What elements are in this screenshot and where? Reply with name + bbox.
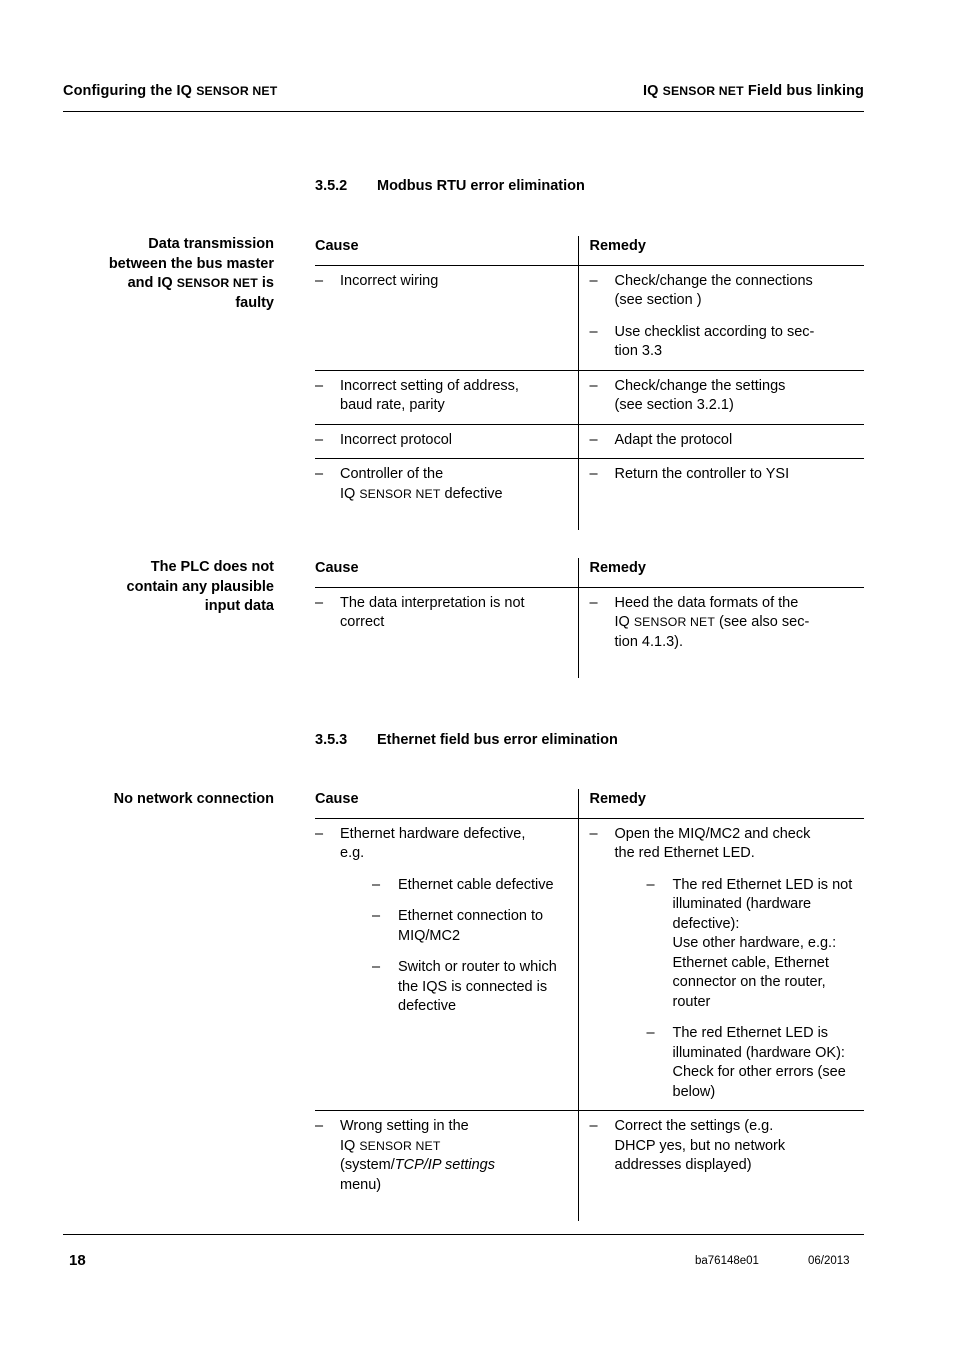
table-row: Ethernet hardware defective, e.g. Ethern…: [315, 818, 864, 1111]
list-item: Use checklist according to sec- tion 3.3: [590, 323, 857, 362]
dash-list: Heed the data formats of the IQ SENSOR N…: [590, 594, 857, 653]
dash-list: Ethernet hardware defective, e.g. Ethern…: [315, 825, 570, 1017]
table-plc-errors: Cause Remedy The data interpretation is …: [315, 558, 864, 678]
section-title: Modbus RTU error elimination: [377, 178, 585, 194]
cell-remedy: Heed the data formats of the IQ SENSOR N…: [577, 587, 864, 678]
sensor-net-smallcaps: SENSOR NET: [359, 486, 441, 501]
table-row: Incorrect protocol Adapt the protocol: [315, 424, 864, 459]
page-number: 18: [69, 1252, 86, 1269]
sensor-net-smallcaps: SENSOR NET: [196, 84, 278, 98]
cell-cause: Incorrect setting of address, baud rate,…: [315, 370, 578, 425]
cell-cause: Controller of the IQ SENSOR NET defectiv…: [315, 459, 578, 531]
list-item: Wrong setting in the IQ SENSOR NET (syst…: [315, 1117, 570, 1195]
table-row: Incorrect setting of address, baud rate,…: [315, 370, 864, 425]
page-footer: 18 ba76148e01 06/2013: [63, 1252, 864, 1274]
cell-remedy: Open the MIQ/MC2 and check the red Ether…: [577, 818, 864, 1111]
table-header-row: Cause Remedy: [315, 558, 864, 588]
sensor-net-smallcaps: SENSOR NET: [176, 276, 258, 290]
sensor-net-smallcaps: SENSOR NET: [359, 1138, 441, 1153]
column-header-cause: Cause: [315, 236, 578, 266]
table-row: Incorrect wiring Check/change the connec…: [315, 265, 864, 371]
list-item: Controller of the IQ SENSOR NET defectiv…: [315, 465, 570, 504]
section-number: 3.5.2: [315, 178, 348, 194]
section-number: 3.5.3: [315, 732, 348, 748]
list-item: The red Ethernet LED is illuminated (har…: [647, 1024, 857, 1102]
list-item: The data interpretation is not correct: [315, 594, 570, 633]
column-header-remedy: Remedy: [577, 236, 864, 266]
table-modbus-errors: Cause Remedy Incorrect wiring Check/chan…: [315, 236, 864, 530]
sensor-net-smallcaps: SENSOR NET: [662, 84, 744, 98]
margin-label-modbus-faulty: Data transmission between the bus master…: [108, 236, 274, 311]
list-item: Correct the settings (e.g. DHCP yes, but…: [590, 1117, 857, 1176]
document-page: Configuring the IQ SENSOR NET IQ SENSOR …: [0, 0, 954, 1351]
list-item: Check/change the connections (see sectio…: [590, 272, 857, 311]
section-title: Ethernet field bus error elimination: [377, 732, 618, 748]
dash-list: Incorrect protocol: [315, 431, 570, 451]
list-item: Return the controller to YSI: [590, 465, 857, 485]
table-header-row: Cause Remedy: [315, 236, 864, 266]
cell-remedy: Return the controller to YSI: [577, 458, 864, 530]
margin-label-no-network: No network connection: [113, 791, 274, 807]
running-header: Configuring the IQ SENSOR NET IQ SENSOR …: [63, 83, 864, 99]
list-item: Heed the data formats of the IQ SENSOR N…: [590, 594, 857, 653]
column-header-cause: Cause: [315, 789, 578, 819]
list-item: Ethernet connection to MIQ/MC2: [372, 907, 570, 946]
cell-remedy: Check/change the connections (see sectio…: [577, 265, 864, 371]
dash-list: Return the controller to YSI: [590, 465, 857, 485]
cell-cause: Ethernet hardware defective, e.g. Ethern…: [315, 818, 578, 1111]
list-item: Incorrect setting of address, baud rate,…: [315, 377, 570, 416]
table-header-row: Cause Remedy: [315, 789, 864, 819]
running-header-left: Configuring the IQ SENSOR NET: [63, 83, 278, 99]
menu-path-italic: TCP/IP settings: [394, 1157, 495, 1173]
table-row: Controller of the IQ SENSOR NET defectiv…: [315, 458, 864, 531]
cell-cause: Incorrect wiring: [315, 265, 578, 371]
section-heading-353: 3.5.3 Ethernet field bus error eliminatio…: [315, 732, 618, 748]
list-item: Incorrect protocol: [315, 431, 570, 451]
cell-cause: Wrong setting in the IQ SENSOR NET (syst…: [315, 1111, 578, 1222]
sensor-net-smallcaps: SENSOR NET: [633, 615, 715, 629]
dash-list: Incorrect setting of address, baud rate,…: [315, 377, 570, 416]
margin-label-plc: The PLC does not contain any plausible i…: [126, 559, 274, 614]
list-item: Ethernet cable defective: [372, 876, 570, 896]
dash-list: Check/change the connections (see sectio…: [590, 272, 857, 362]
dash-list: Check/change the settings (see section 3…: [590, 377, 857, 416]
list-item: Open the MIQ/MC2 and check the red Ether…: [590, 825, 857, 1103]
list-item: Incorrect wiring: [315, 272, 570, 292]
table-row: Wrong setting in the IQ SENSOR NET (syst…: [315, 1110, 864, 1222]
dash-list: Incorrect wiring: [315, 272, 570, 292]
list-item: Switch or router to which the IQS is con…: [372, 958, 570, 1017]
dash-sublist: Ethernet cable defective Ethernet connec…: [340, 876, 570, 1017]
list-item: The red Ethernet LED is not illuminated …: [647, 876, 857, 1013]
list-item: Check/change the settings (see section 3…: [590, 377, 857, 416]
column-header-cause: Cause: [315, 558, 578, 588]
dash-list: Correct the settings (e.g. DHCP yes, but…: [590, 1117, 857, 1176]
dash-list: Open the MIQ/MC2 and check the red Ether…: [590, 825, 857, 1103]
dash-list: The data interpretation is not correct: [315, 594, 570, 633]
document-date: 06/2013: [808, 1255, 850, 1267]
footer-divider: [63, 1234, 864, 1235]
document-id: ba76148e01: [695, 1255, 759, 1267]
dash-list: Adapt the protocol: [590, 431, 857, 451]
section-heading-352: 3.5.2 Modbus RTU error elimination: [315, 178, 585, 194]
table-ethernet-errors: Cause Remedy Ethernet hardware defective…: [315, 789, 864, 1221]
running-header-right: IQ SENSOR NET Field bus linking: [642, 83, 864, 99]
column-header-remedy: Remedy: [577, 789, 864, 819]
cell-cause: The data interpretation is not correct: [315, 587, 578, 678]
table-row: The data interpretation is not correct H…: [315, 587, 864, 678]
column-header-remedy: Remedy: [577, 558, 864, 588]
cell-remedy: Adapt the protocol: [577, 424, 864, 459]
cell-cause: Incorrect protocol: [315, 424, 578, 459]
dash-list: Wrong setting in the IQ SENSOR NET (syst…: [315, 1117, 570, 1195]
dash-sublist: The red Ethernet LED is not illuminated …: [615, 876, 857, 1103]
cell-remedy: Correct the settings (e.g. DHCP yes, but…: [577, 1110, 864, 1221]
list-item: Adapt the protocol: [590, 431, 857, 451]
list-item: Ethernet hardware defective, e.g. Ethern…: [315, 825, 570, 1017]
cell-remedy: Check/change the settings (see section 3…: [577, 370, 864, 425]
header-divider: [63, 111, 864, 112]
dash-list: Controller of the IQ SENSOR NET defectiv…: [315, 465, 570, 504]
